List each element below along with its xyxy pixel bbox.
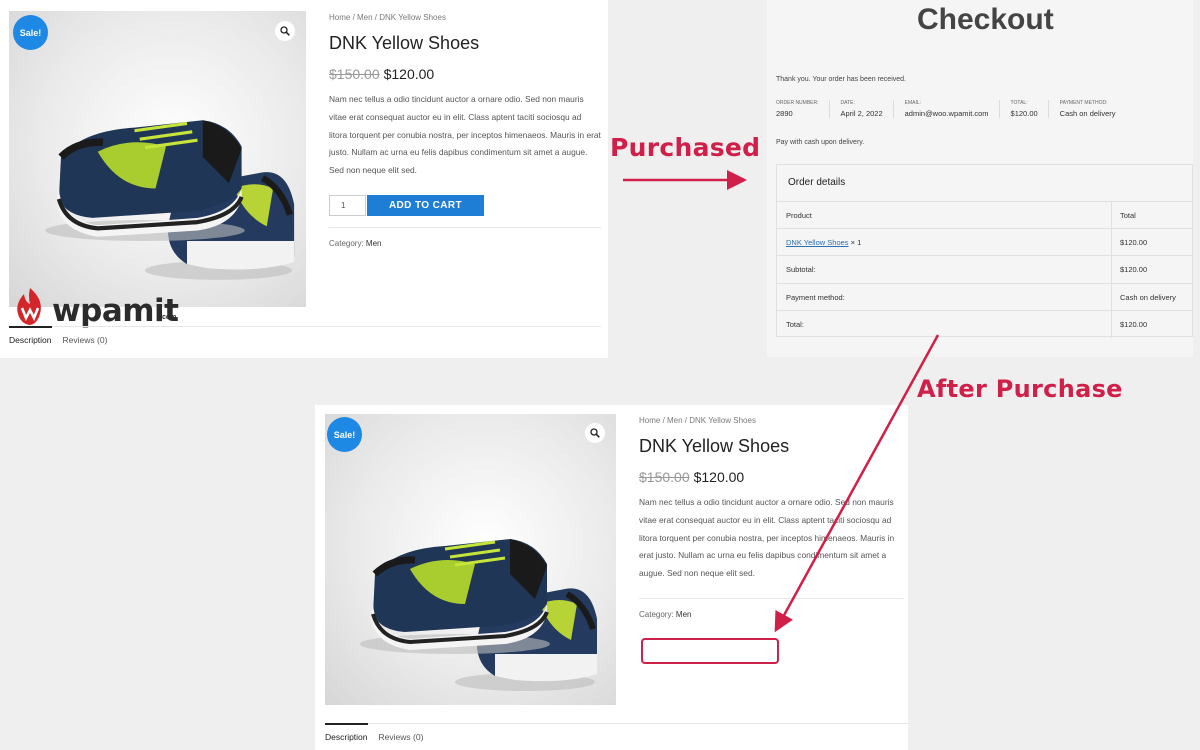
annotation-arrows <box>623 170 940 633</box>
arrow-down-icon <box>774 334 940 633</box>
